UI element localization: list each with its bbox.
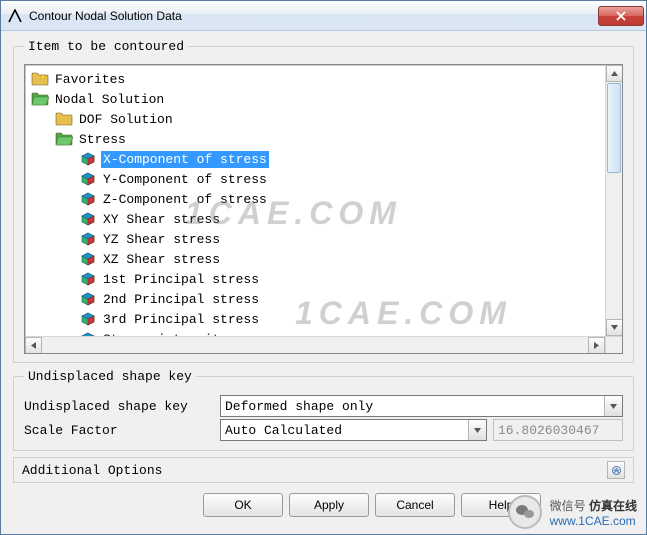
scroll-down-button[interactable] — [606, 319, 623, 336]
chevron-left-icon — [31, 342, 36, 349]
tree-item[interactable]: 2nd Principal stress — [27, 289, 603, 309]
scroll-up-button[interactable] — [606, 65, 623, 82]
tree-body: Favorites Nodal Solution DOF Solution St… — [25, 65, 605, 336]
tree-item-label: Favorites — [53, 71, 127, 88]
folder-open-icon — [31, 91, 49, 107]
chevron-down-icon — [610, 404, 617, 409]
tree-item-label: Nodal Solution — [53, 91, 166, 108]
scroll-corner — [605, 336, 622, 353]
row-shape-key: Undisplaced shape key Deformed shape onl… — [24, 394, 623, 418]
dialog-window: Contour Nodal Solution Data Item to be c… — [0, 0, 647, 535]
tree-item-label: X-Component of stress — [101, 151, 269, 168]
window-title: Contour Nodal Solution Data — [29, 9, 598, 23]
dropdown-button[interactable] — [468, 420, 486, 440]
wechat-icon — [508, 495, 542, 529]
scale-factor-select[interactable]: Auto Calculated — [220, 419, 487, 441]
tree-view[interactable]: Favorites Nodal Solution DOF Solution St… — [24, 64, 623, 354]
folder-fav-icon — [31, 71, 49, 87]
cube-icon — [79, 211, 97, 227]
chevron-down-icon — [474, 428, 481, 433]
additional-options-row[interactable]: Additional Options — [13, 457, 634, 483]
footer-url: www.1CAE.com — [550, 514, 637, 528]
expand-icon — [612, 466, 621, 475]
tree-item[interactable]: 3rd Principal stress — [27, 309, 603, 329]
tree-item-label: YZ Shear stress — [101, 231, 222, 248]
row-scale-factor: Scale Factor Auto Calculated 16.80260304… — [24, 418, 623, 442]
wechat-label: 微信号 — [550, 499, 586, 513]
cube-icon — [79, 171, 97, 187]
scroll-right-button[interactable] — [588, 337, 605, 354]
tree-item[interactable]: Stress intensity — [27, 329, 603, 336]
dropdown-button[interactable] — [604, 396, 622, 416]
titlebar[interactable]: Contour Nodal Solution Data — [1, 1, 646, 31]
horizontal-scrollbar[interactable] — [25, 336, 605, 353]
shape-key-select[interactable]: Deformed shape only — [220, 395, 623, 417]
tree-item-label: XZ Shear stress — [101, 251, 222, 268]
group-legend: Item to be contoured — [24, 39, 188, 54]
tree-item[interactable]: XZ Shear stress — [27, 249, 603, 269]
tree-item-label: XY Shear stress — [101, 211, 222, 228]
client-area: Item to be contoured Favorites Nodal Sol… — [1, 31, 646, 534]
vertical-scrollbar[interactable] — [605, 65, 622, 336]
apply-button[interactable]: Apply — [289, 493, 369, 517]
footer-text: 微信号 仿真在线 www.1CAE.com — [550, 497, 637, 528]
scale-factor-label: Scale Factor — [24, 423, 214, 438]
tree-item-label: DOF Solution — [77, 111, 175, 128]
group-legend: Undisplaced shape key — [24, 369, 196, 384]
scroll-left-button[interactable] — [25, 337, 42, 354]
tree-item[interactable]: DOF Solution — [27, 109, 603, 129]
chevron-right-icon — [594, 342, 599, 349]
tree-item[interactable]: Nodal Solution — [27, 89, 603, 109]
chevron-down-icon — [611, 325, 618, 330]
shape-key-label: Undisplaced shape key — [24, 399, 214, 414]
shape-key-value: Deformed shape only — [225, 399, 373, 414]
tree-item-label: 1st Principal stress — [101, 271, 261, 288]
scale-factor-value: Auto Calculated — [225, 423, 342, 438]
additional-options-label: Additional Options — [22, 463, 162, 478]
tree-item-label: Z-Component of stress — [101, 191, 269, 208]
group-undisplaced-shape: Undisplaced shape key Undisplaced shape … — [13, 369, 634, 451]
tree-item[interactable]: X-Component of stress — [27, 149, 603, 169]
group-item-to-contour: Item to be contoured Favorites Nodal Sol… — [13, 39, 634, 363]
tree-item-label: 2nd Principal stress — [101, 291, 261, 308]
expand-button[interactable] — [607, 461, 625, 479]
tree-item-label: 3rd Principal stress — [101, 311, 261, 328]
tree-item[interactable]: 1st Principal stress — [27, 269, 603, 289]
app-icon — [7, 8, 23, 24]
folder-open-icon — [55, 131, 73, 147]
chevron-up-icon — [611, 71, 618, 76]
cube-icon — [79, 271, 97, 287]
cancel-button[interactable]: Cancel — [375, 493, 455, 517]
close-icon — [616, 11, 626, 21]
cube-icon — [79, 151, 97, 167]
tree-item[interactable]: Y-Component of stress — [27, 169, 603, 189]
scroll-thumb[interactable] — [607, 83, 621, 173]
tree-item[interactable]: Stress — [27, 129, 603, 149]
tree-item-label: Stress — [77, 131, 128, 148]
close-button[interactable] — [598, 6, 644, 26]
tree-item-label: Y-Component of stress — [101, 171, 269, 188]
footer-overlay: 微信号 仿真在线 www.1CAE.com — [508, 495, 637, 529]
brand-name: 仿真在线 — [589, 499, 637, 513]
tree-item[interactable]: YZ Shear stress — [27, 229, 603, 249]
tree-item[interactable]: XY Shear stress — [27, 209, 603, 229]
cube-icon — [79, 191, 97, 207]
cube-icon — [79, 231, 97, 247]
scale-readonly: 16.8026030467 — [493, 419, 623, 441]
cube-icon — [79, 251, 97, 267]
tree-item[interactable]: Favorites — [27, 69, 603, 89]
tree-item[interactable]: Z-Component of stress — [27, 189, 603, 209]
ok-button[interactable]: OK — [203, 493, 283, 517]
cube-icon — [79, 291, 97, 307]
cube-icon — [79, 311, 97, 327]
folder-icon — [55, 111, 73, 127]
